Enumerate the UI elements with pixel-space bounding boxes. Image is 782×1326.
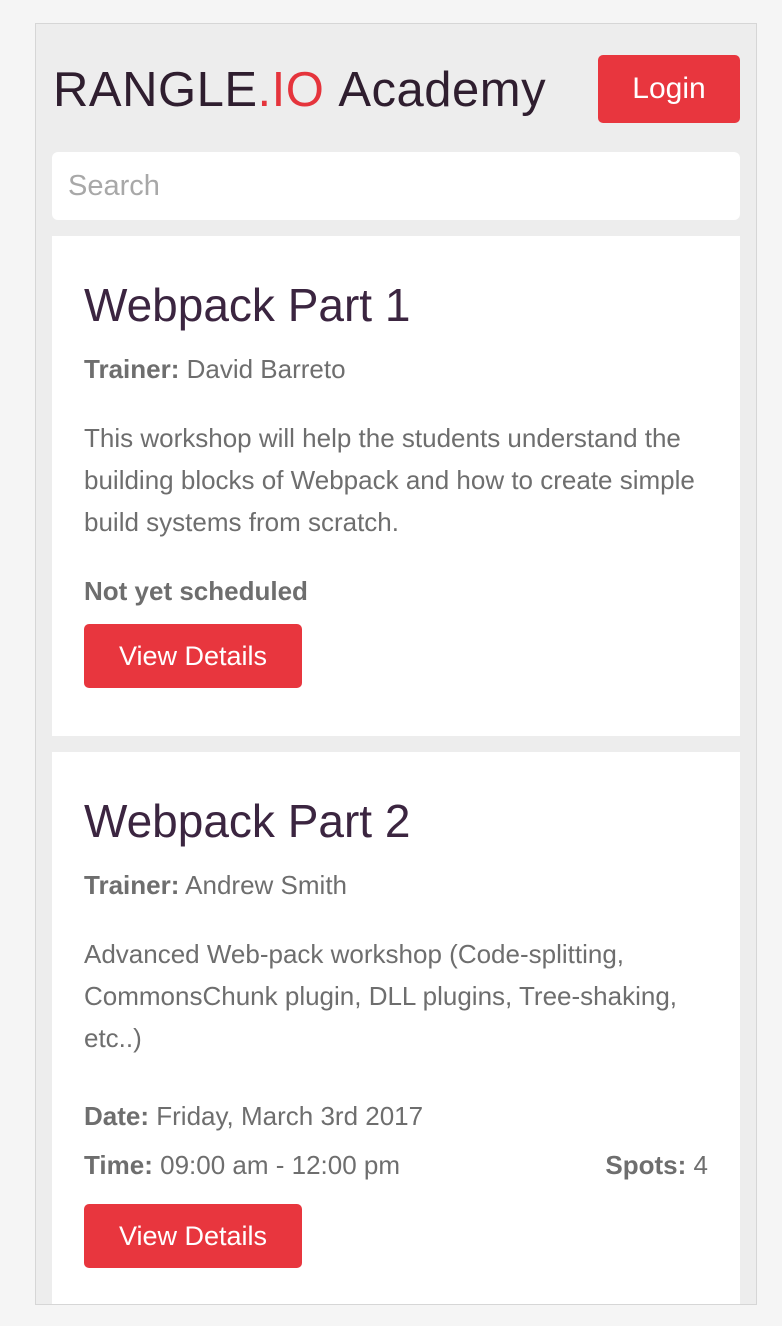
trainer-name: David Barreto [186,354,346,384]
spots-label: Spots: [605,1150,687,1180]
time-label: Time: [84,1150,153,1180]
spots-value: 4 [693,1150,708,1180]
workshop-description: Advanced Web-pack workshop (Code-splitti… [84,939,678,1053]
logo-academy: Academy [338,63,547,117]
workshop-title: Webpack Part 1 [84,279,411,331]
trainer-label: Trainer: [84,870,180,900]
trainer-line: Trainer: David Barreto [84,354,346,385]
view-details-button[interactable]: View Details [84,1204,302,1268]
login-button[interactable]: Login [598,55,740,123]
logo-brand: RANGLE [53,63,258,117]
logo[interactable]: RANGLE.IO Academy [53,60,546,120]
search-input[interactable] [52,152,740,220]
time-line: Time: 09:00 am - 12:00 pm [84,1150,400,1181]
date-line: Date: Friday, March 3rd 2017 [84,1101,423,1132]
trainer-name: Andrew Smith [185,870,348,900]
date-label: Date: [84,1101,150,1131]
workshop-description: This workshop will help the students und… [84,423,695,537]
view-details-button[interactable]: View Details [84,624,302,688]
time-value: 09:00 am - 12:00 pm [160,1150,401,1180]
workshop-title: Webpack Part 2 [84,795,411,847]
trainer-label: Trainer: [84,354,180,384]
workshop-card: Webpack Part 2 Trainer: Andrew Smith Adv… [52,752,740,1304]
trainer-line: Trainer: Andrew Smith [84,870,347,901]
workshop-card: Webpack Part 1 Trainer: David Barreto Th… [52,236,740,736]
spots-line: Spots: 4 [605,1150,708,1181]
date-value: Friday, March 3rd 2017 [156,1101,424,1131]
header: RANGLE.IO Academy Login [36,24,756,152]
schedule-status: Not yet scheduled [84,576,308,606]
app-frame: RANGLE.IOAcademy Login Webpack Part 1 Tr… [35,23,757,1305]
logo-io: IO [271,63,325,117]
logo-dot: . [257,63,272,117]
